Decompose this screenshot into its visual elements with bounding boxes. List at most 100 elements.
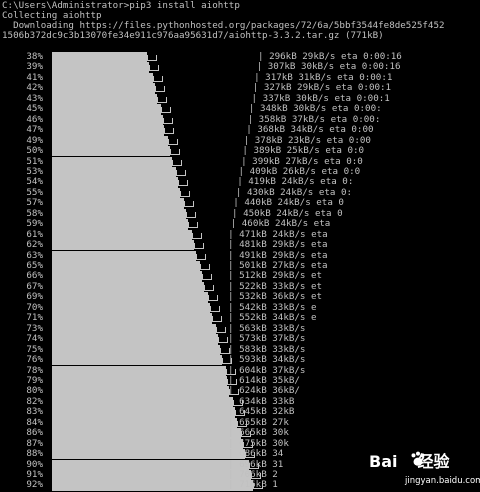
progress-row: 43% | 337kB 30kB/s eta 0:00:1 <box>0 93 480 105</box>
progress-row: 50% | 389kB 25kB/s eta 0:0 <box>0 145 480 157</box>
progress-bar-fill <box>52 334 218 345</box>
progress-bar-fill <box>52 261 200 272</box>
progress-bar-head <box>212 316 222 323</box>
progress-bar-fill <box>52 104 161 115</box>
progress-stats: | 368kB 34kB/s eta 0:00 <box>246 124 374 136</box>
progress-stats: | 593kB 34kB/s <box>228 354 306 366</box>
progress-row: 74% | 573kB 37kB/s <box>0 333 480 345</box>
progress-percent: 88% <box>26 448 43 460</box>
progress-bar-head <box>194 243 204 250</box>
progress-bar-fill <box>52 365 226 376</box>
progress-percent: 92% <box>26 479 43 491</box>
progress-bar-fill <box>52 292 208 303</box>
progress-bar-fill <box>52 114 163 126</box>
progress-bar-head <box>196 253 206 260</box>
progress-bar-head <box>147 55 157 61</box>
progress-stats: | 481kB 29kB/s eta <box>228 239 328 251</box>
progress-stats: | 716kB 1 <box>228 479 278 491</box>
progress-percent: 50% <box>26 145 43 157</box>
progress-bar-head <box>161 107 171 114</box>
progress-bar-fill <box>52 187 180 199</box>
watermark-url: jingyan.baidu.com <box>405 476 480 486</box>
progress-stats: | 686kB 34 <box>228 448 284 460</box>
progress-row: 45% | 348kB 30kB/s eta 0:00: <box>0 103 480 115</box>
progress-bar-fill <box>52 470 251 481</box>
progress-bar-fill <box>52 449 245 460</box>
progress-bar-fill <box>52 135 168 146</box>
progress-bar-fill <box>52 281 204 293</box>
progress-bar-fill <box>52 428 241 439</box>
progress-bar-fill <box>52 323 216 335</box>
baidu-watermark: Bai 经验 jingyan.baidu.com <box>365 448 480 492</box>
progress-bar-head <box>200 264 210 270</box>
progress-row: 39% | 307kB 30kB/s eta 0:00:16 <box>0 62 480 73</box>
progress-bar-fill <box>52 93 157 105</box>
progress-bar-head <box>218 337 228 344</box>
progress-bar-fill <box>52 198 184 209</box>
progress-bar-fill <box>52 355 222 366</box>
progress-bar-fill <box>52 72 153 84</box>
progress-bar-head <box>208 295 218 302</box>
progress-row: 42% | 327kB 29kB/s eta 0:00:1 <box>0 82 480 94</box>
progress-row: 62% | 481kB 29kB/s eta <box>0 239 480 251</box>
progress-bar-fill <box>52 480 253 491</box>
progress-row: 49% | 378kB 23kB/s eta 0:00 <box>0 135 480 146</box>
progress-bar-head <box>186 211 196 218</box>
progress-bar-fill <box>52 208 186 220</box>
progress-bar-fill <box>52 396 233 408</box>
progress-bar-head <box>210 305 220 312</box>
progress-bar-fill <box>52 219 188 230</box>
progress-bar-fill <box>52 271 202 282</box>
progress-stats: | 389kB 25kB/s eta 0:0 <box>242 145 365 157</box>
progress-bar-fill <box>52 302 210 314</box>
progress-row: 38% | 296kB 29kB/s eta 0:00:16 <box>0 51 480 63</box>
progress-row: 47% | 368kB 34kB/s eta 0:00 <box>0 124 480 136</box>
progress-bar-head <box>176 169 186 176</box>
progress-bar-head <box>163 117 173 124</box>
progress-bar-head <box>149 65 159 72</box>
progress-stats: | 573kB 37kB/s <box>228 333 306 345</box>
progress-percent: 62% <box>26 239 43 251</box>
progress-bar-fill <box>52 166 176 178</box>
progress-bar-fill <box>52 229 192 241</box>
progress-bar-head <box>204 284 214 291</box>
progress-bar-fill <box>52 146 170 157</box>
progress-row: 41% | 317kB 31kB/s eta 0:00:1 <box>0 72 480 84</box>
progress-percent: 74% <box>26 333 43 345</box>
progress-bar-fill <box>52 250 196 261</box>
progress-bar-fill <box>52 240 194 251</box>
progress-bar-fill <box>52 177 178 188</box>
progress-bar-fill <box>52 125 164 136</box>
progress-bar-head <box>157 96 167 103</box>
progress-bar-head <box>153 75 163 82</box>
progress-bar-head <box>184 201 194 208</box>
progress-bar-head <box>188 222 198 229</box>
progress-bar-fill <box>52 52 147 63</box>
progress-bar-fill <box>52 83 155 94</box>
progress-bar-head <box>178 180 188 187</box>
progress-bar-head <box>170 149 180 156</box>
progress-row: 76% | 593kB 34kB/s <box>0 354 480 366</box>
progress-bar-head <box>216 326 226 333</box>
progress-bar-head <box>168 138 178 145</box>
progress-bar-head <box>172 159 182 166</box>
progress-bar-fill <box>52 375 227 387</box>
progress-bar-fill <box>52 313 212 324</box>
progress-row: 46% | 358kB 37kB/s eta 0:00: <box>0 114 480 126</box>
progress-bar-fill <box>52 417 237 429</box>
progress-bar-fill <box>52 344 220 355</box>
progress-bar-head <box>192 232 202 239</box>
progress-bar-head <box>202 274 212 281</box>
progress-bar-fill <box>52 156 172 167</box>
progress-percent: 47% <box>26 124 43 136</box>
paw-icon <box>411 451 425 466</box>
download-file-line: 1506b372dc9c3b13070fe34e911c976aa95631d7… <box>2 30 384 41</box>
progress-bar-fill <box>52 438 243 450</box>
progress-bar-fill <box>52 459 249 470</box>
progress-percent: 76% <box>26 354 43 366</box>
progress-bar-head <box>164 128 174 135</box>
progress-bar-head <box>155 86 165 93</box>
console-window: C:\Users\Administrator>pip3 install aioh… <box>0 0 480 492</box>
progress-bar-fill <box>52 386 229 397</box>
progress-bar-fill <box>52 407 235 418</box>
